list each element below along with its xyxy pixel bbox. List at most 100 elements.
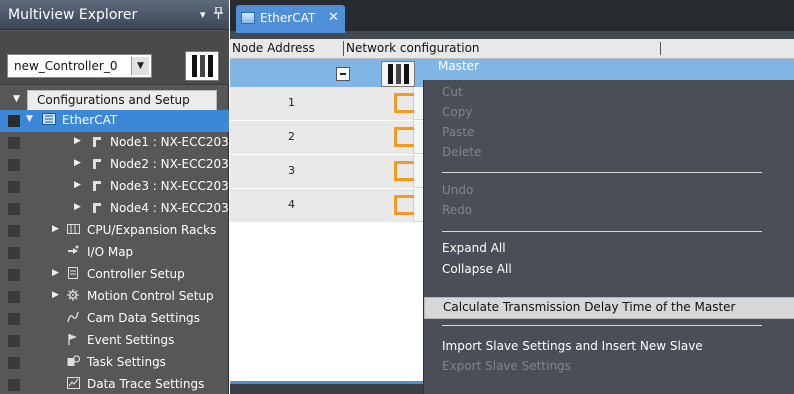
expand-arrow-icon[interactable]: ▶ bbox=[74, 158, 81, 168]
column-divider[interactable] bbox=[343, 41, 344, 56]
controller-device-icon[interactable] bbox=[185, 51, 219, 81]
status-square-icon bbox=[8, 225, 20, 237]
tree-item-data-trace-settings[interactable]: Data Trace Settings bbox=[0, 374, 229, 394]
column-header-node-address[interactable]: Node Address bbox=[232, 41, 315, 55]
menu-item-undo[interactable]: Undo bbox=[424, 181, 794, 201]
controller-select-value: new_Controller_0 bbox=[14, 59, 118, 73]
column-divider[interactable] bbox=[660, 42, 661, 55]
tree-item-label: Data Trace Settings bbox=[87, 377, 205, 391]
chevron-down-icon[interactable]: ▼ bbox=[131, 57, 149, 75]
cam-curve-icon bbox=[67, 311, 79, 326]
controller-select[interactable]: new_Controller_0 ▼ bbox=[7, 54, 152, 78]
node-address: 4 bbox=[288, 198, 295, 211]
task-icon bbox=[67, 355, 81, 370]
menu-item-label: Export Slave Settings bbox=[442, 359, 571, 373]
tab-label: EtherCAT bbox=[260, 11, 316, 25]
close-icon[interactable]: ✕ bbox=[328, 10, 339, 25]
menu-item-label: Delete bbox=[442, 145, 482, 159]
explorer-menu-dropdown-icon[interactable]: ▾ bbox=[200, 8, 206, 21]
grid-header: Node Address Network configuration bbox=[230, 39, 794, 59]
menu-item-expand-all[interactable]: Expand All bbox=[424, 239, 794, 259]
tree-item-label: Configurations and Setup bbox=[37, 93, 190, 107]
master-device-icon[interactable] bbox=[381, 61, 415, 87]
tree-item-node2[interactable]: ▶ Node2 : NX-ECC203 bbox=[0, 154, 229, 176]
collapse-icon[interactable] bbox=[336, 67, 350, 81]
menu-separator bbox=[442, 325, 762, 326]
menu-item-label: Calculate Transmission Delay Time of the… bbox=[443, 300, 736, 314]
ethercat-icon bbox=[241, 12, 255, 24]
ethercat-icon bbox=[42, 113, 56, 128]
status-square-icon bbox=[8, 247, 20, 259]
menu-item-import-slave-settings[interactable]: Import Slave Settings and Insert New Sla… bbox=[424, 337, 794, 357]
menu-item-label: Expand All bbox=[442, 241, 506, 255]
network-link bbox=[394, 161, 414, 181]
tree-item-cpu-expansion-racks[interactable]: ▶ CPU/Expansion Racks bbox=[0, 220, 229, 242]
expand-arrow-icon[interactable]: ▼ bbox=[26, 114, 33, 124]
tree-item-label: EtherCAT bbox=[62, 113, 118, 127]
tree-item-node3[interactable]: ▶ Node3 : NX-ECC203 bbox=[0, 176, 229, 198]
tree-item-controller-setup[interactable]: ▶ Controller Setup bbox=[0, 264, 229, 286]
tree-item-motion-control-setup[interactable]: ▶ Motion Control Setup bbox=[0, 286, 229, 308]
status-square-icon bbox=[8, 159, 20, 171]
menu-item-label: Import Slave Settings and Insert New Sla… bbox=[442, 339, 703, 353]
expand-arrow-icon[interactable]: ▶ bbox=[74, 202, 81, 212]
explorer-titlebar: Multiview Explorer ▾ bbox=[0, 0, 229, 30]
expand-arrow-icon[interactable]: ▶ bbox=[74, 180, 81, 190]
tree-item-label: I/O Map bbox=[87, 245, 134, 259]
tree-item-configurations-and-setup[interactable]: ▼ Configurations and Setup bbox=[0, 90, 229, 112]
menu-item-label: Cut bbox=[442, 85, 463, 99]
status-square-icon bbox=[8, 335, 20, 347]
expand-arrow-icon[interactable]: ▶ bbox=[52, 290, 59, 300]
menu-item-paste[interactable]: Paste bbox=[424, 123, 794, 143]
controller-selector-area: new_Controller_0 ▼ bbox=[0, 31, 229, 85]
menu-item-label: Copy bbox=[442, 105, 473, 119]
tree-item-label: Motion Control Setup bbox=[87, 289, 214, 303]
tab-ethercat[interactable]: EtherCAT ✕ bbox=[236, 5, 345, 33]
expand-arrow-icon[interactable]: ▼ bbox=[13, 94, 20, 104]
network-link bbox=[394, 93, 414, 113]
node-address: 2 bbox=[288, 130, 295, 143]
context-menu: Cut Copy Paste Delete Undo Redo Expand A… bbox=[423, 80, 794, 394]
menu-item-export-slave-settings[interactable]: Export Slave Settings bbox=[424, 357, 794, 377]
tree-item-node4[interactable]: ▶ Node4 : NX-ECC203 bbox=[0, 198, 229, 220]
tree-item-ethercat[interactable]: ▼ EtherCAT bbox=[0, 110, 229, 132]
editor-tab-strip: EtherCAT ✕ bbox=[230, 0, 794, 33]
tree-item-cam-data-settings[interactable]: Cam Data Settings bbox=[0, 308, 229, 330]
column-header-network-configuration[interactable]: Network configuration bbox=[346, 41, 480, 55]
status-square-icon bbox=[8, 269, 20, 281]
tree-item-io-map[interactable]: I/O Map bbox=[0, 242, 229, 264]
network-link bbox=[394, 127, 414, 147]
menu-item-label: Undo bbox=[442, 183, 474, 197]
master-label: Master bbox=[438, 59, 479, 73]
node-address-cell bbox=[230, 121, 414, 154]
menu-item-collapse-all[interactable]: Collapse All bbox=[424, 260, 794, 280]
data-trace-icon bbox=[67, 377, 80, 392]
menu-item-copy[interactable]: Copy bbox=[424, 103, 794, 123]
node-address: 3 bbox=[288, 164, 295, 177]
menu-item-delete[interactable]: Delete bbox=[424, 143, 794, 163]
menu-item-cut[interactable]: Cut bbox=[424, 83, 794, 103]
pin-icon[interactable] bbox=[214, 6, 223, 22]
expand-arrow-icon[interactable]: ▶ bbox=[74, 136, 81, 146]
controller-setup-icon bbox=[67, 267, 79, 282]
menu-item-redo[interactable]: Redo bbox=[424, 201, 794, 221]
node-address: 1 bbox=[288, 96, 295, 109]
expand-arrow-icon[interactable]: ▶ bbox=[52, 268, 59, 278]
tree-item-task-settings[interactable]: Task Settings bbox=[0, 352, 229, 374]
node-address-cell bbox=[230, 87, 414, 120]
menu-item-calculate-transmission-delay[interactable]: Calculate Transmission Delay Time of the… bbox=[424, 297, 794, 319]
tree-item-node1[interactable]: ▶ Node1 : NX-ECC203 bbox=[0, 132, 229, 154]
tree-item-label: CPU/Expansion Racks bbox=[87, 223, 217, 237]
tree-item-label: Event Settings bbox=[87, 333, 175, 347]
menu-item-label: Paste bbox=[442, 125, 475, 139]
slave-node-icon bbox=[92, 201, 102, 216]
flag-icon bbox=[67, 333, 79, 348]
slave-node-icon bbox=[92, 179, 102, 194]
status-square-icon bbox=[8, 379, 20, 391]
status-square-icon bbox=[8, 137, 20, 149]
menu-item-label: Redo bbox=[442, 203, 473, 217]
tree-item-event-settings[interactable]: Event Settings bbox=[0, 330, 229, 352]
explorer-title: Multiview Explorer bbox=[8, 7, 138, 23]
expand-arrow-icon[interactable]: ▶ bbox=[52, 224, 59, 234]
tree-item-label: Node1 : NX-ECC203 bbox=[110, 135, 229, 149]
